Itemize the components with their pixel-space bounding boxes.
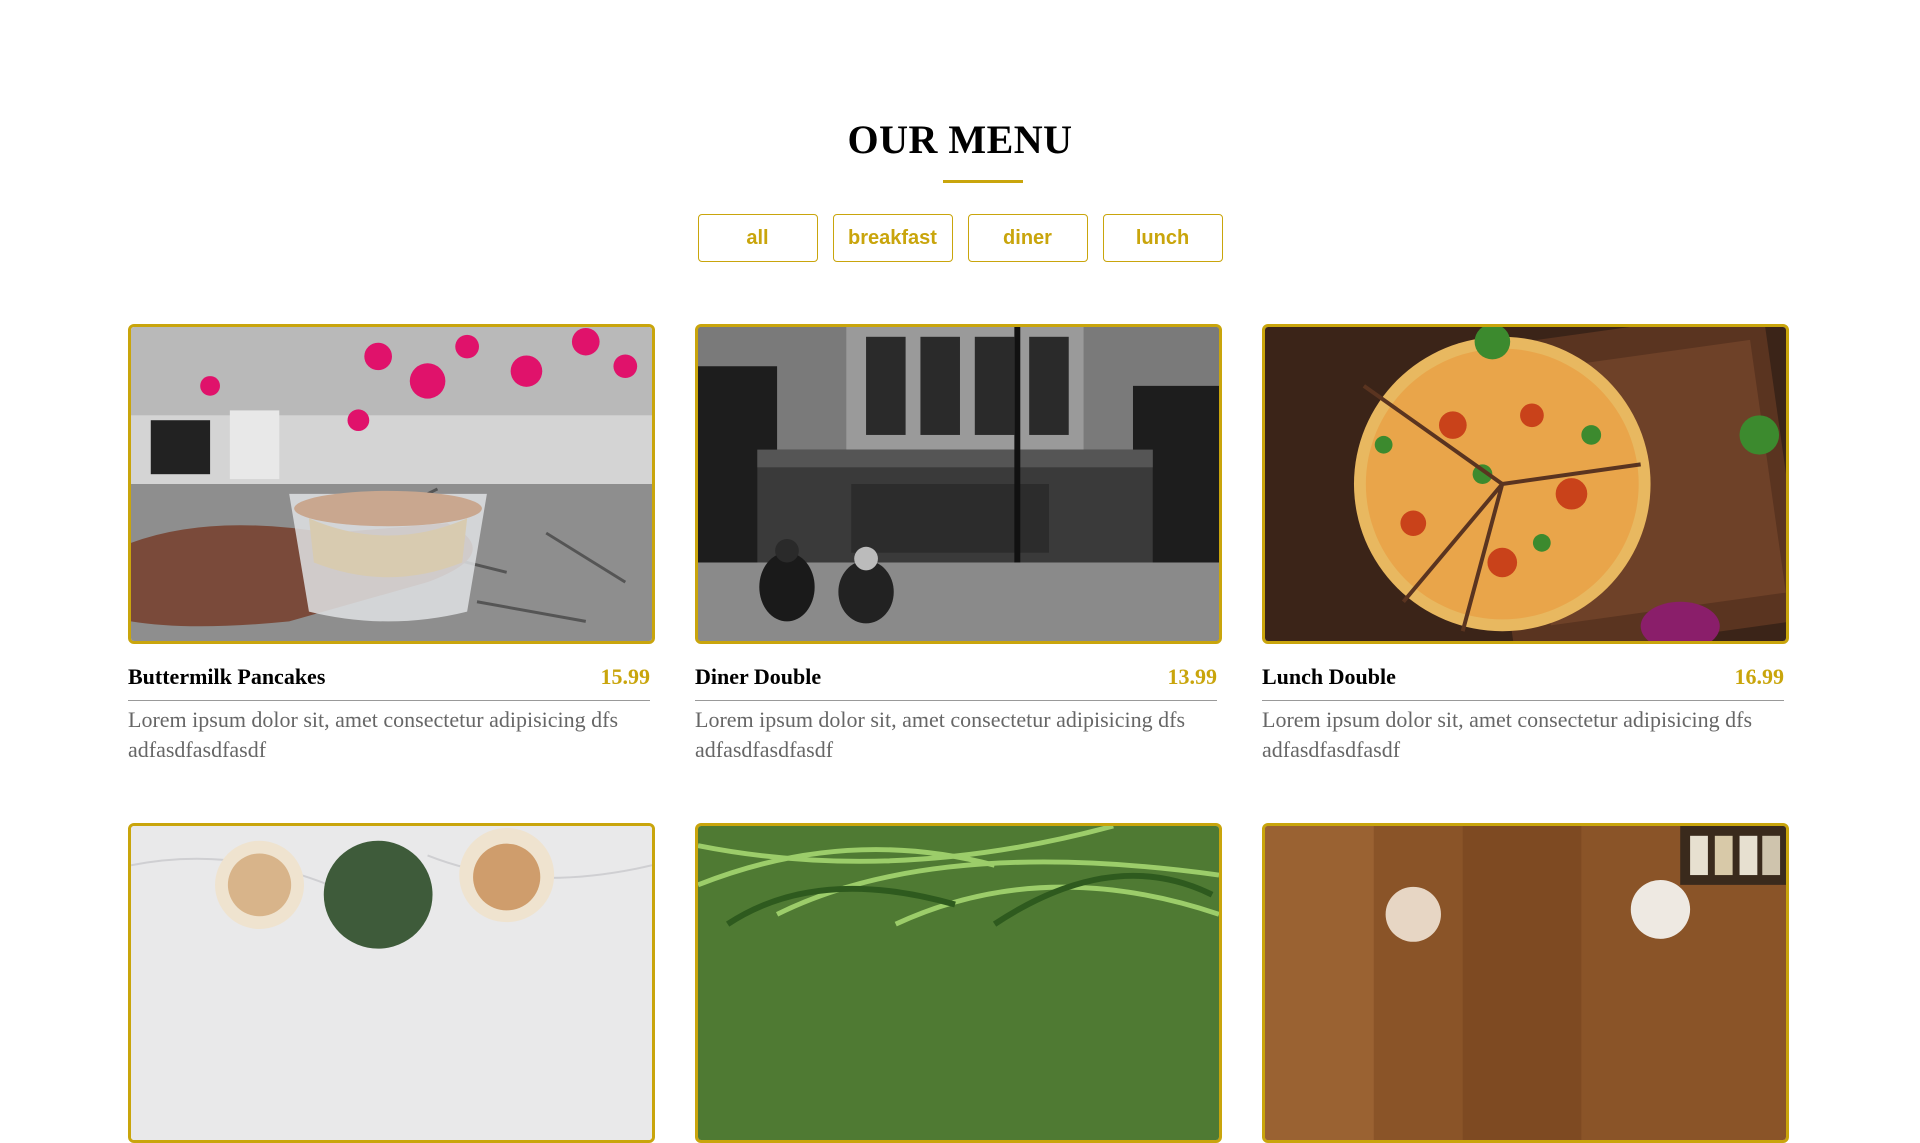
item-description: Lorem ipsum dolor sit, amet consectetur …: [695, 707, 1186, 762]
menu-grid: Buttermilk Pancakes 15.99 Lorem ipsum do…: [128, 324, 1789, 1143]
title-underline: [943, 180, 1023, 183]
menu-item-card: [695, 823, 1222, 1143]
item-name: Lunch Double: [1262, 664, 1396, 689]
menu-item-header: Buttermilk Pancakes 15.99: [128, 664, 650, 701]
grass-photo: [695, 823, 1222, 1143]
pizza-photo: [1262, 324, 1789, 644]
filter-lunch-button[interactable]: lunch: [1102, 214, 1223, 262]
item-name: Buttermilk Pancakes: [128, 664, 326, 689]
item-price: 16.99: [1734, 664, 1785, 689]
item-price: 15.99: [600, 664, 651, 689]
filter-breakfast-button[interactable]: breakfast: [832, 214, 953, 262]
menu-item-header: Lunch Double 16.99: [1262, 664, 1784, 701]
item-name: Diner Double: [695, 664, 822, 689]
menu-item-card: Diner Double 13.99 Lorem ipsum dolor sit…: [695, 324, 1222, 765]
menu-item-card: [128, 823, 655, 1143]
filter-all-button[interactable]: all: [697, 214, 818, 262]
item-description: Lorem ipsum dolor sit, amet consectetur …: [128, 707, 619, 762]
item-description: Lorem ipsum dolor sit, amet consectetur …: [1262, 707, 1753, 762]
memorial-photo: [695, 324, 1222, 644]
item-price: 13.99: [1167, 664, 1218, 689]
dessert-cup-photo: [128, 324, 655, 644]
filter-buttons: all breakfast diner lunch: [0, 214, 1920, 262]
menu-item-header: Diner Double 13.99: [695, 664, 1217, 701]
people-photo: [1262, 823, 1789, 1143]
section-title: OUR MENU: [847, 117, 1073, 162]
menu-item-card: [1262, 823, 1789, 1143]
ice-cream-photo: [128, 823, 655, 1143]
menu-item-card: Lunch Double 16.99 Lorem ipsum dolor sit…: [1262, 324, 1789, 765]
menu-item-card: Buttermilk Pancakes 15.99 Lorem ipsum do…: [128, 324, 655, 765]
filter-diner-button[interactable]: diner: [967, 214, 1088, 262]
